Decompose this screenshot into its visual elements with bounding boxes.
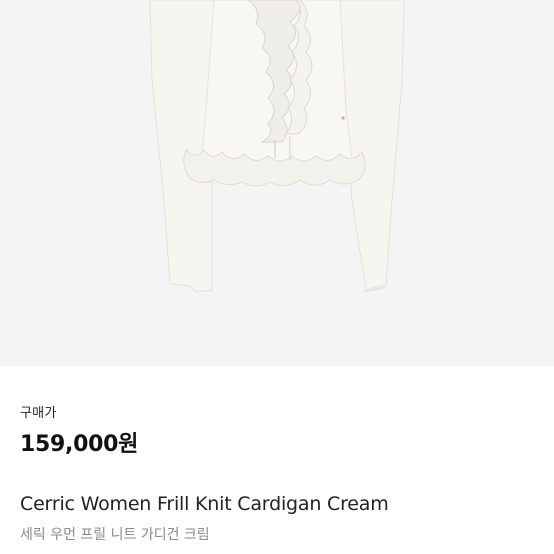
product-image[interactable] — [0, 0, 554, 366]
product-name-korean: 세릭 우먼 프릴 니트 가디건 크림 — [20, 527, 210, 543]
product-detail-page: 구매가 159,000원 Cerric Women Frill Knit Car… — [0, 0, 554, 554]
price-value: 159,000원 — [20, 432, 139, 457]
product-name-english[interactable]: Cerric Women Frill Knit Cardigan Cream — [20, 493, 389, 515]
price-label: 구매가 — [20, 406, 57, 421]
cardigan-illustration — [149, 0, 405, 293]
